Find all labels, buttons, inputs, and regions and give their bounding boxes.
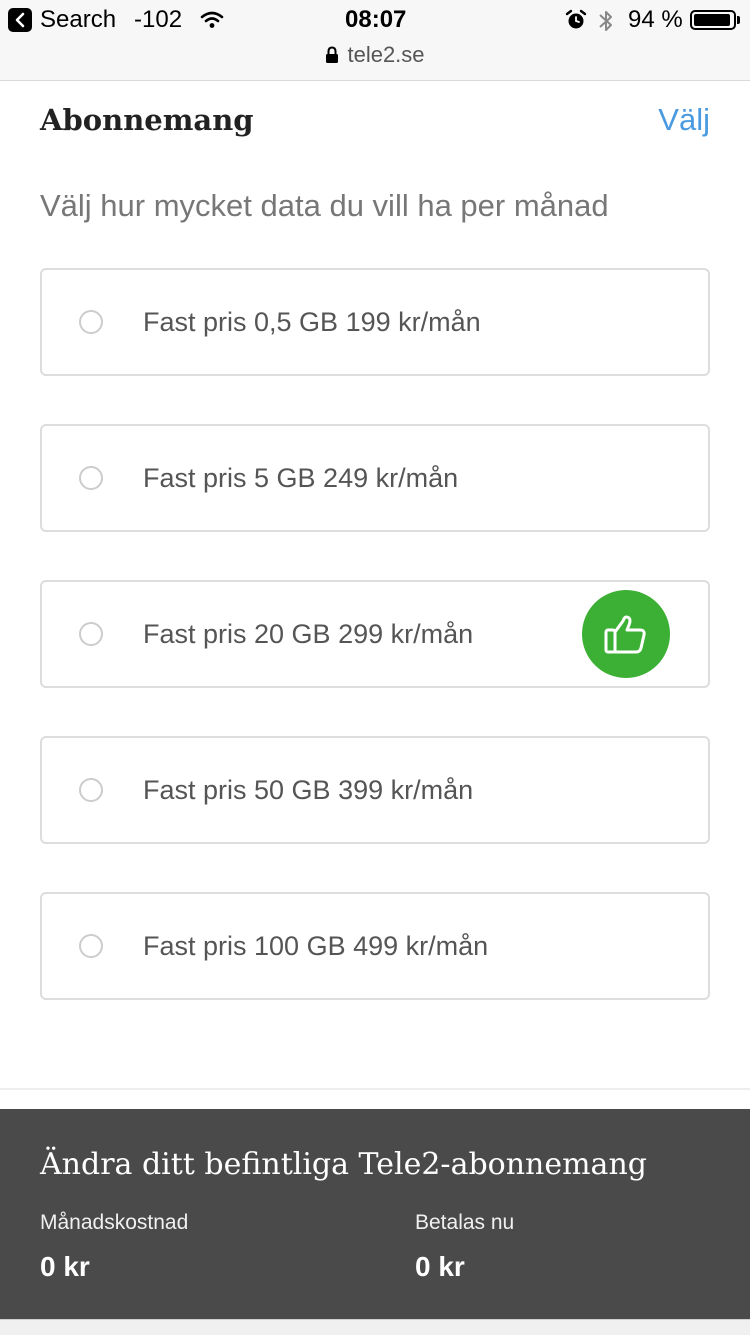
url-text: tele2.se (347, 42, 425, 67)
radio-button[interactable] (79, 934, 103, 958)
plan-options: Fast pris 0,5 GB 199 kr/mån Fast pris 5 … (40, 268, 710, 1048)
status-bar: Search -102 08:07 94 % tele2.se (0, 0, 750, 81)
back-arrow-icon[interactable] (8, 8, 32, 32)
order-summary: Ändra ditt befintliga Tele2-abonnemang M… (0, 1109, 750, 1319)
signal-strength: -102 (134, 6, 183, 33)
back-app-label[interactable]: Search (40, 6, 116, 34)
plan-option[interactable]: Fast pris 0,5 GB 199 kr/mån (40, 268, 710, 376)
divider (0, 1088, 750, 1090)
plan-option-label: Fast pris 50 GB 399 kr/mån (143, 775, 474, 805)
plan-option-label: Fast pris 0,5 GB 199 kr/mån (143, 307, 481, 337)
page-title: Abonnemang (40, 103, 254, 137)
radio-button[interactable] (79, 310, 103, 334)
lock-icon (325, 44, 339, 70)
plan-option-recommended[interactable]: Fast pris 20 GB 299 kr/mån (40, 580, 710, 688)
alarm-icon (565, 9, 587, 36)
radio-button[interactable] (79, 466, 103, 490)
battery-tip (737, 16, 740, 24)
pay-now-value: 0 kr (415, 1251, 465, 1282)
plan-option[interactable]: Fast pris 5 GB 249 kr/mån (40, 424, 710, 532)
plan-option-label: Fast pris 100 GB 499 kr/mån (143, 931, 489, 961)
section-subtitle: Välj hur mycket data du vill ha per måna… (40, 188, 609, 223)
browser-toolbar-edge (0, 1319, 750, 1335)
plan-option[interactable]: Fast pris 50 GB 399 kr/mån (40, 736, 710, 844)
clock: 08:07 (345, 6, 407, 33)
battery-fill (694, 14, 730, 26)
wifi-icon (200, 10, 224, 35)
battery-percent: 94 % (628, 6, 683, 33)
url-bar[interactable]: tele2.se (0, 42, 750, 70)
radio-button[interactable] (79, 778, 103, 802)
monthly-cost-label: Månadskostnad (40, 1211, 189, 1234)
thumbs-up-icon (582, 590, 670, 678)
plan-option-label: Fast pris 20 GB 299 kr/mån (143, 619, 474, 649)
pay-now-label: Betalas nu (415, 1211, 515, 1234)
plan-option-label: Fast pris 5 GB 249 kr/mån (143, 463, 459, 493)
plan-option[interactable]: Fast pris 100 GB 499 kr/mån (40, 892, 710, 1000)
choose-link[interactable]: Välj (658, 100, 710, 140)
bluetooth-icon (597, 8, 615, 39)
radio-button[interactable] (79, 622, 103, 646)
summary-title: Ändra ditt befintliga Tele2-abonnemang (40, 1147, 647, 1182)
battery-icon (690, 10, 736, 30)
monthly-cost-value: 0 kr (40, 1251, 90, 1282)
